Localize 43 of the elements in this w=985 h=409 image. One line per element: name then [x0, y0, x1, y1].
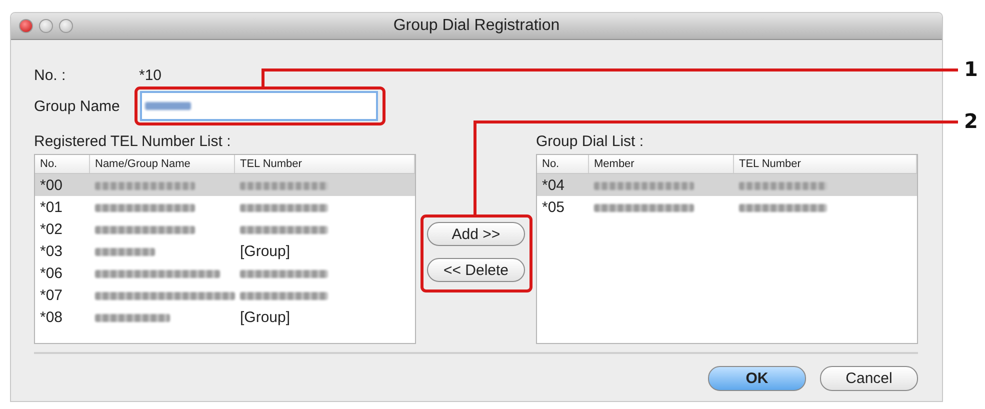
group-name-label: Group Name: [34, 98, 121, 114]
list-label: Group Dial List :: [536, 132, 644, 150]
number-label: No. :: [34, 66, 67, 84]
add-button[interactable]: Add >>: [427, 222, 525, 246]
callout-number: 2: [964, 109, 978, 133]
table-row[interactable]: *06: [35, 262, 415, 284]
blurred-name: [95, 248, 155, 256]
number-value: *10: [139, 66, 162, 84]
table-row[interactable]: *07: [35, 284, 415, 306]
list-label: Registered TEL Number List :: [34, 132, 231, 150]
window-title: Group Dial Registration: [392, 17, 561, 35]
delete-button[interactable]: << Delete: [427, 258, 525, 282]
minimize-icon[interactable]: [39, 19, 53, 33]
number-cell-text: *07: [39, 286, 64, 304]
table-row[interactable]: *00: [35, 174, 415, 196]
column-header[interactable]: Member: [589, 155, 734, 173]
table-row[interactable]: *08 [Group]: [35, 306, 415, 328]
number-cell-text: *03: [39, 242, 64, 260]
column-header[interactable]: No.: [537, 155, 589, 173]
table-row[interactable]: *03 [Group]: [35, 240, 415, 262]
column-header[interactable]: TEL Number: [734, 155, 917, 173]
table-row[interactable]: *05: [537, 196, 917, 218]
column-header[interactable]: TEL Number: [235, 155, 415, 173]
number-cell-text: *00: [39, 176, 64, 194]
number-cell-text: *02: [39, 220, 64, 238]
tel-cell-text: [Group]: [239, 308, 292, 326]
number-cell-text: *06: [39, 264, 64, 282]
ok-button[interactable]: OK: [708, 366, 806, 391]
column-header[interactable]: Name/Group Name: [90, 155, 235, 173]
number-cell-text: *01: [39, 198, 64, 216]
table-row[interactable]: *01: [35, 196, 415, 218]
table-row[interactable]: *04: [537, 174, 917, 196]
zoom-icon[interactable]: [59, 19, 73, 33]
cancel-button[interactable]: Cancel: [820, 366, 918, 391]
column-header[interactable]: No.: [35, 155, 90, 173]
tel-cell-text: [Group]: [239, 242, 292, 260]
close-icon[interactable]: [19, 19, 33, 33]
number-cell-text: *08: [39, 308, 64, 326]
group-name-field[interactable]: [140, 91, 378, 121]
number-cell-text: *04: [541, 176, 566, 194]
table-row[interactable]: *02: [35, 218, 415, 240]
number-cell-text: *05: [541, 198, 566, 216]
callout-number: 1: [964, 57, 978, 81]
